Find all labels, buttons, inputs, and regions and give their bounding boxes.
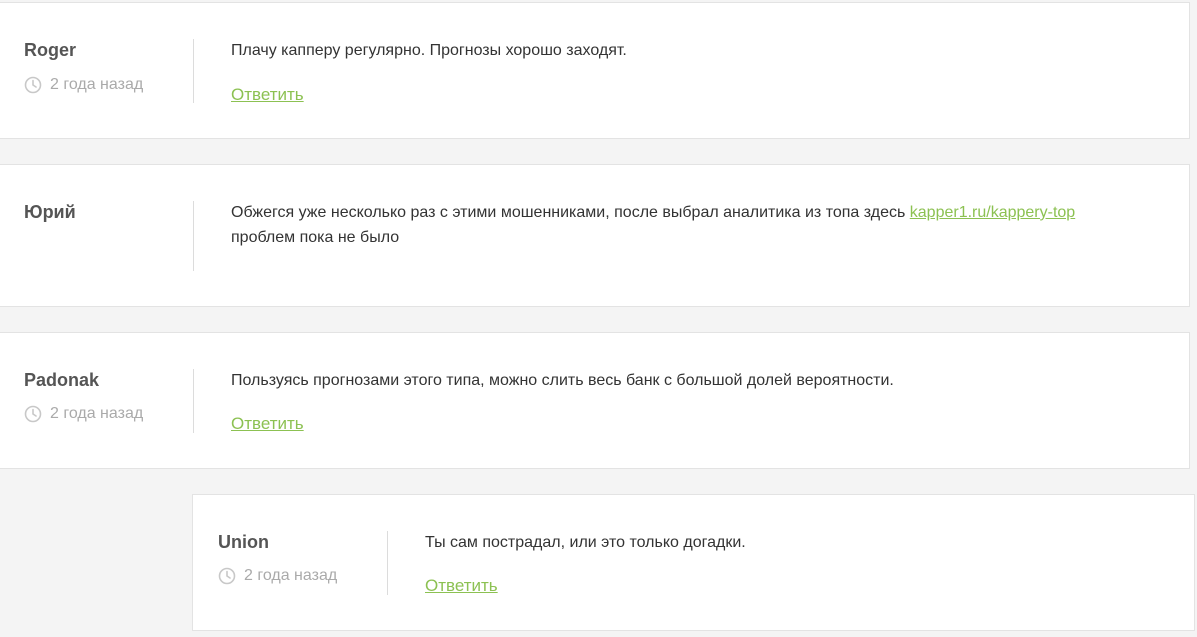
comment-divider <box>193 201 194 271</box>
comment-author: Union <box>218 532 269 552</box>
comment-timestamp: 2 года назад <box>218 567 337 585</box>
clock-icon <box>24 405 42 423</box>
comment-card: Юрий Обжегся уже несколько раз с этими м… <box>0 164 1190 307</box>
comment-divider <box>193 39 194 103</box>
clock-icon <box>24 76 42 94</box>
comment-timestamp: 2 года назад <box>24 405 143 423</box>
reply-button[interactable]: Ответить <box>425 576 498 596</box>
timestamp-text: 2 года назад <box>244 567 338 584</box>
comment-text: Пользуясь прогнозами этого типа, можно с… <box>231 372 894 389</box>
comment-author: Roger <box>24 40 77 60</box>
timestamp-text: 2 года назад <box>50 76 144 93</box>
comment-divider <box>387 531 388 595</box>
comment-card: Roger 2 года назад Плачу капперу регуляр… <box>0 2 1190 139</box>
comment-card: Padonak 2 года назад Пользуясь прогнозам… <box>0 332 1190 469</box>
comment-author: Padonak <box>24 370 100 390</box>
comment-text: Обжегся уже несколько раз с этими мошенн… <box>231 200 1176 250</box>
comment-link[interactable]: kapper1.ru/kappery-top <box>910 204 1075 221</box>
clock-icon <box>218 567 236 585</box>
comment-author: Юрий <box>24 202 76 222</box>
comment-divider <box>193 369 194 433</box>
comment-text-after: проблем пока не было <box>231 229 400 246</box>
comment-text: Ты сам пострадал, или это только догадки… <box>425 534 746 551</box>
timestamp-text: 2 года назад <box>50 405 144 422</box>
reply-button[interactable]: Ответить <box>231 414 304 434</box>
comment-timestamp: 2 года назад <box>24 76 143 94</box>
comment-text: Плачу капперу регулярно. Прогнозы хорошо… <box>231 42 627 59</box>
reply-button[interactable]: Ответить <box>231 85 304 105</box>
reply-comment-card: Union 2 года назад Ты сам пострадал, или… <box>192 494 1195 631</box>
comment-text-before: Обжегся уже несколько раз с этими мошенн… <box>231 204 906 221</box>
